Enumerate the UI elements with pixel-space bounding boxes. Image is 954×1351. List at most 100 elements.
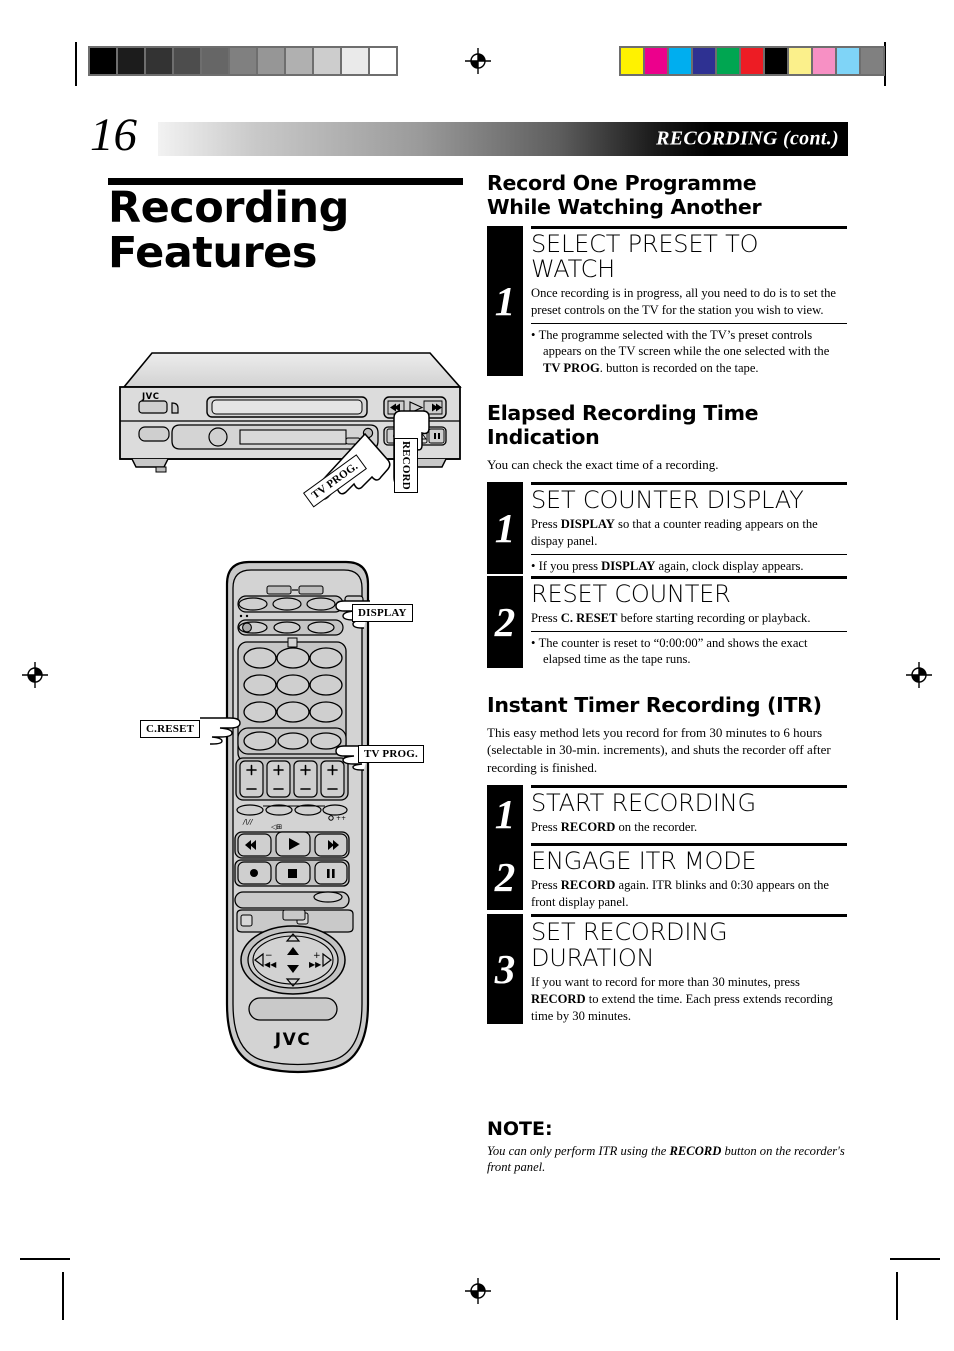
color-patch <box>693 48 715 74</box>
step-body: START RECORDING Press RECORD on the reco… <box>531 785 847 836</box>
bold-term: TV PROG <box>543 360 600 375</box>
desc-pre: Press <box>531 611 561 626</box>
step-description: Press C. RESET before starting recording… <box>531 610 847 627</box>
step-block: 2 RESET COUNTER Press C. RESET before st… <box>487 576 847 668</box>
page-title-line2: Features <box>108 228 317 279</box>
step-description: Press RECORD on the recorder. <box>531 819 847 836</box>
gray-patch <box>90 48 116 74</box>
step-bullet-list: If you press DISPLAY again, clock displa… <box>531 553 847 575</box>
callout-c-reset: C.RESET <box>140 720 201 738</box>
remote-control-illustration: /\// ◁⊞ ++ − + ◀◀ ▶▶ JVC <box>205 558 390 1078</box>
gray-patch <box>286 48 312 74</box>
color-patch <box>645 48 667 74</box>
color-patch <box>741 48 763 74</box>
registration-mark-right <box>906 662 932 688</box>
grayscale-calibration-bar <box>88 46 398 76</box>
pointer-hand-c-reset <box>196 714 248 747</box>
step-block: 1 SET COUNTER DISPLAY Press DISPLAY so t… <box>487 482 847 575</box>
gray-patch <box>118 48 144 74</box>
gray-patch <box>174 48 200 74</box>
gray-patch <box>146 48 172 74</box>
page-number: 16 <box>90 109 137 161</box>
callout-display: DISPLAY <box>352 604 413 622</box>
gray-patch <box>258 48 284 74</box>
gray-patch <box>202 48 228 74</box>
page-title-line1: Recording <box>108 183 349 233</box>
crop-mark-bottom-right-horizontal <box>890 1258 940 1260</box>
step-bullet: If you press DISPLAY again, clock displa… <box>531 558 847 575</box>
heading-line1: Record One Programme <box>487 171 757 195</box>
desc-post: before starting recording or playback. <box>617 611 811 626</box>
step-number: 1 <box>487 785 523 844</box>
bullet-post: again, clock display appears. <box>655 558 804 573</box>
svg-text:/\//: /\// <box>242 818 253 826</box>
desc-pre: If you want to record for more than 30 m… <box>531 975 800 990</box>
bold-term: RECORD <box>560 820 616 835</box>
step-bullet: The programme selected with the TV’s pre… <box>531 327 847 377</box>
heading-line1: Elapsed Recording Time <box>487 401 759 426</box>
note-pre: You can only perform ITR using the <box>487 1144 670 1158</box>
heading-line2: Indication <box>487 425 600 450</box>
section-heading-record-one-programme: Record One Programme While Watching Anot… <box>487 171 847 220</box>
gray-patch <box>314 48 340 74</box>
bold-term: RECORD <box>531 991 586 1006</box>
step-description: Press DISPLAY so that a counter reading … <box>531 516 847 549</box>
step-title-line2: DURATION <box>531 944 655 973</box>
svg-text:JVC: JVC <box>274 1030 311 1050</box>
callout-tv-prog-remote: TV PROG. <box>358 745 424 763</box>
step-bullet: The counter is reset to “0:00:00” and sh… <box>531 635 847 668</box>
svg-text:◁⊞: ◁⊞ <box>271 823 282 831</box>
bullet-pre: If you press <box>538 558 602 573</box>
note-text: You can only perform ITR using the RECOR… <box>487 1143 847 1176</box>
svg-text:++: ++ <box>336 815 346 822</box>
crop-mark-bottom-left-horizontal <box>20 1258 70 1260</box>
note-heading: NOTE: <box>487 1118 553 1140</box>
bold-term: DISPLAY <box>601 558 656 573</box>
step-body: RESET COUNTER Press C. RESET before star… <box>531 576 847 668</box>
color-patch <box>861 48 883 74</box>
color-patch <box>837 48 859 74</box>
step-block: 3 SET RECORDING DURATION If you want to … <box>487 914 847 1025</box>
bold-term: C. RESET <box>560 611 618 626</box>
step-description: Press RECORD again. ITR blinks and 0:30 … <box>531 877 847 910</box>
gray-patch <box>342 48 368 74</box>
step-body: SET RECORDING DURATION If you want to re… <box>531 914 847 1024</box>
desc-post: on the recorder. <box>615 820 698 835</box>
desc-pre: Press <box>531 878 561 893</box>
step-title: RESET COUNTER <box>531 580 731 609</box>
step-number: 1 <box>487 482 523 575</box>
step-block: 1 SELECT PRESET TO WATCH Once recording … <box>487 225 847 377</box>
step-block: 2 ENGAGE ITR MODE Press RECORD again. IT… <box>487 843 847 911</box>
section-intro: This easy method lets you record for fro… <box>487 724 831 775</box>
color-patch <box>813 48 835 74</box>
step-number: 2 <box>487 576 523 668</box>
step-title: SET RECORDING DURATION <box>531 920 847 972</box>
step-bullet-list: The programme selected with the TV’s pre… <box>531 322 847 377</box>
color-patch <box>717 48 739 74</box>
bold-term: RECORD <box>669 1144 722 1158</box>
color-patch <box>669 48 691 74</box>
color-patch <box>789 48 811 74</box>
heading-line1: Instant Timer Recording (ITR) <box>487 692 822 717</box>
desc-pre: Press <box>531 517 561 532</box>
crop-mark-top-left-vertical <box>75 42 77 86</box>
section-heading-instant-timer-recording: Instant Timer Recording (ITR) <box>487 692 847 718</box>
section-heading-elapsed-recording-time: Elapsed Recording Time Indication <box>487 402 847 450</box>
step-title: SELECT PRESET TO WATCH <box>531 229 759 284</box>
step-title-line1: SET RECORDING <box>531 918 728 947</box>
color-patch <box>765 48 787 74</box>
section-intro: You can check the exact time of a record… <box>487 456 719 472</box>
vcr-illustration: JVC <box>112 345 472 535</box>
step-block: 1 START RECORDING Press RECORD on the re… <box>487 785 847 844</box>
crop-mark-bottom-left-vertical <box>62 1272 64 1320</box>
heading-line2: While Watching Another <box>487 194 762 219</box>
bold-term: RECORD <box>560 878 616 893</box>
step-title: START RECORDING <box>531 789 756 818</box>
step-body: SELECT PRESET TO WATCH Once recording is… <box>531 225 847 377</box>
bold-term: DISPLAY <box>560 517 615 532</box>
step-body: ENGAGE ITR MODE Press RECORD again. ITR … <box>531 843 847 910</box>
registration-mark-top <box>465 48 491 74</box>
step-number: 3 <box>487 914 523 1025</box>
